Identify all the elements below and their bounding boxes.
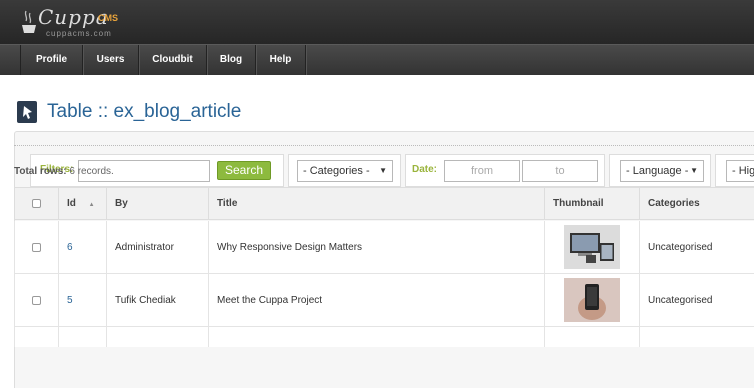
- logo-cms: CMS: [98, 13, 118, 23]
- table-cursor-icon: [17, 101, 37, 123]
- top-header: Cuppa CMS cuppacms.com: [0, 0, 754, 44]
- nav-item-blog[interactable]: Blog: [207, 45, 256, 76]
- total-rows: Total rows: 6 records.: [14, 166, 114, 177]
- row-by-cell: Tufik Chediak: [106, 274, 208, 327]
- row-by-cell: Administrator: [106, 221, 208, 274]
- date-group: Date: from to: [405, 154, 605, 187]
- sort-asc-icon: ▲: [88, 202, 95, 208]
- table-row[interactable]: 6 Administrator Why Responsive Design Ma…: [14, 221, 754, 274]
- table-row[interactable]: 5 Tufik Chediak Meet the Cuppa Project U…: [14, 274, 754, 327]
- row-thumbnail-cell: [544, 274, 639, 327]
- chevron-down-icon: ▼: [690, 166, 698, 175]
- row-checkbox[interactable]: [32, 295, 41, 305]
- date-from-input[interactable]: from: [444, 160, 520, 182]
- date-label: Date:: [412, 164, 438, 175]
- logo-cup-icon: [22, 10, 36, 33]
- divider: [14, 145, 754, 146]
- nav-item-users[interactable]: Users: [83, 45, 139, 76]
- row-by-cell: [106, 327, 208, 347]
- language-group: - Language - ▼: [609, 154, 711, 187]
- row-title-cell: Meet the Cuppa Project: [208, 274, 544, 327]
- language-select-value: - Language -: [626, 165, 689, 177]
- row-checkbox[interactable]: [32, 242, 41, 252]
- select-all-cell: [14, 188, 58, 220]
- row-thumbnail-cell: [544, 221, 639, 274]
- logo-url: cuppacms.com: [46, 29, 112, 38]
- column-header-categories[interactable]: Categories: [639, 188, 754, 220]
- highlight-select-value: - Hig: [732, 165, 754, 177]
- column-header-id-label: Id: [67, 198, 76, 209]
- articles-table: Id ▲ By Title Thumbnail Categories 6 Adm…: [14, 187, 754, 347]
- nav-item-cloudbit[interactable]: Cloudbit: [139, 45, 207, 76]
- categories-select[interactable]: - Categories - ▼: [297, 160, 393, 182]
- column-header-title[interactable]: Title: [208, 188, 544, 220]
- date-to-input[interactable]: to: [522, 160, 598, 182]
- column-header-by[interactable]: By: [106, 188, 208, 220]
- phone-in-hand-thumbnail-icon[interactable]: [564, 278, 620, 322]
- row-checkbox-cell: [14, 274, 58, 327]
- row-thumbnail-cell: [544, 327, 639, 347]
- page-title: Table :: ex_blog_article: [47, 101, 242, 122]
- row-checkbox-cell: [14, 327, 58, 347]
- main-content: Table :: ex_blog_article Filters: Search…: [0, 75, 754, 388]
- devices-thumbnail-icon[interactable]: [564, 225, 620, 269]
- chevron-down-icon: ▼: [379, 166, 387, 175]
- highlight-select[interactable]: - Hig: [726, 160, 754, 182]
- total-rows-label: Total rows:: [14, 166, 67, 177]
- row-category-cell: Uncategorised: [639, 221, 754, 274]
- select-all-checkbox[interactable]: [32, 198, 41, 208]
- table-row[interactable]: [14, 327, 754, 347]
- categories-select-value: - Categories -: [303, 165, 370, 177]
- row-id-cell: 5: [58, 274, 106, 327]
- nav-item-profile[interactable]: Profile: [20, 45, 83, 76]
- row-category-cell: Uncategorised: [639, 274, 754, 327]
- main-nav: Profile Users Cloudbit Blog Help: [0, 44, 754, 76]
- total-rows-value: 6 records.: [69, 166, 114, 177]
- nav-item-help[interactable]: Help: [256, 45, 306, 76]
- cuppa-logo[interactable]: Cuppa CMS cuppacms.com: [20, 5, 140, 39]
- row-id-cell: [58, 327, 106, 347]
- row-checkbox-cell: [14, 221, 58, 274]
- column-header-thumbnail[interactable]: Thumbnail: [544, 188, 639, 220]
- row-id-link[interactable]: 5: [67, 295, 73, 306]
- table-header: Id ▲ By Title Thumbnail Categories: [14, 188, 754, 220]
- row-id-cell: 6: [58, 221, 106, 274]
- search-button[interactable]: Search: [217, 161, 271, 180]
- row-id-link[interactable]: 6: [67, 242, 73, 253]
- row-title-cell: Why Responsive Design Matters: [208, 221, 544, 274]
- language-select[interactable]: - Language - ▼: [620, 160, 704, 182]
- categories-group: - Categories - ▼: [288, 154, 401, 187]
- row-category-cell: [639, 327, 754, 347]
- highlight-group: - Hig: [715, 154, 754, 187]
- row-title-cell: [208, 327, 544, 347]
- column-header-id[interactable]: Id ▲: [58, 188, 106, 220]
